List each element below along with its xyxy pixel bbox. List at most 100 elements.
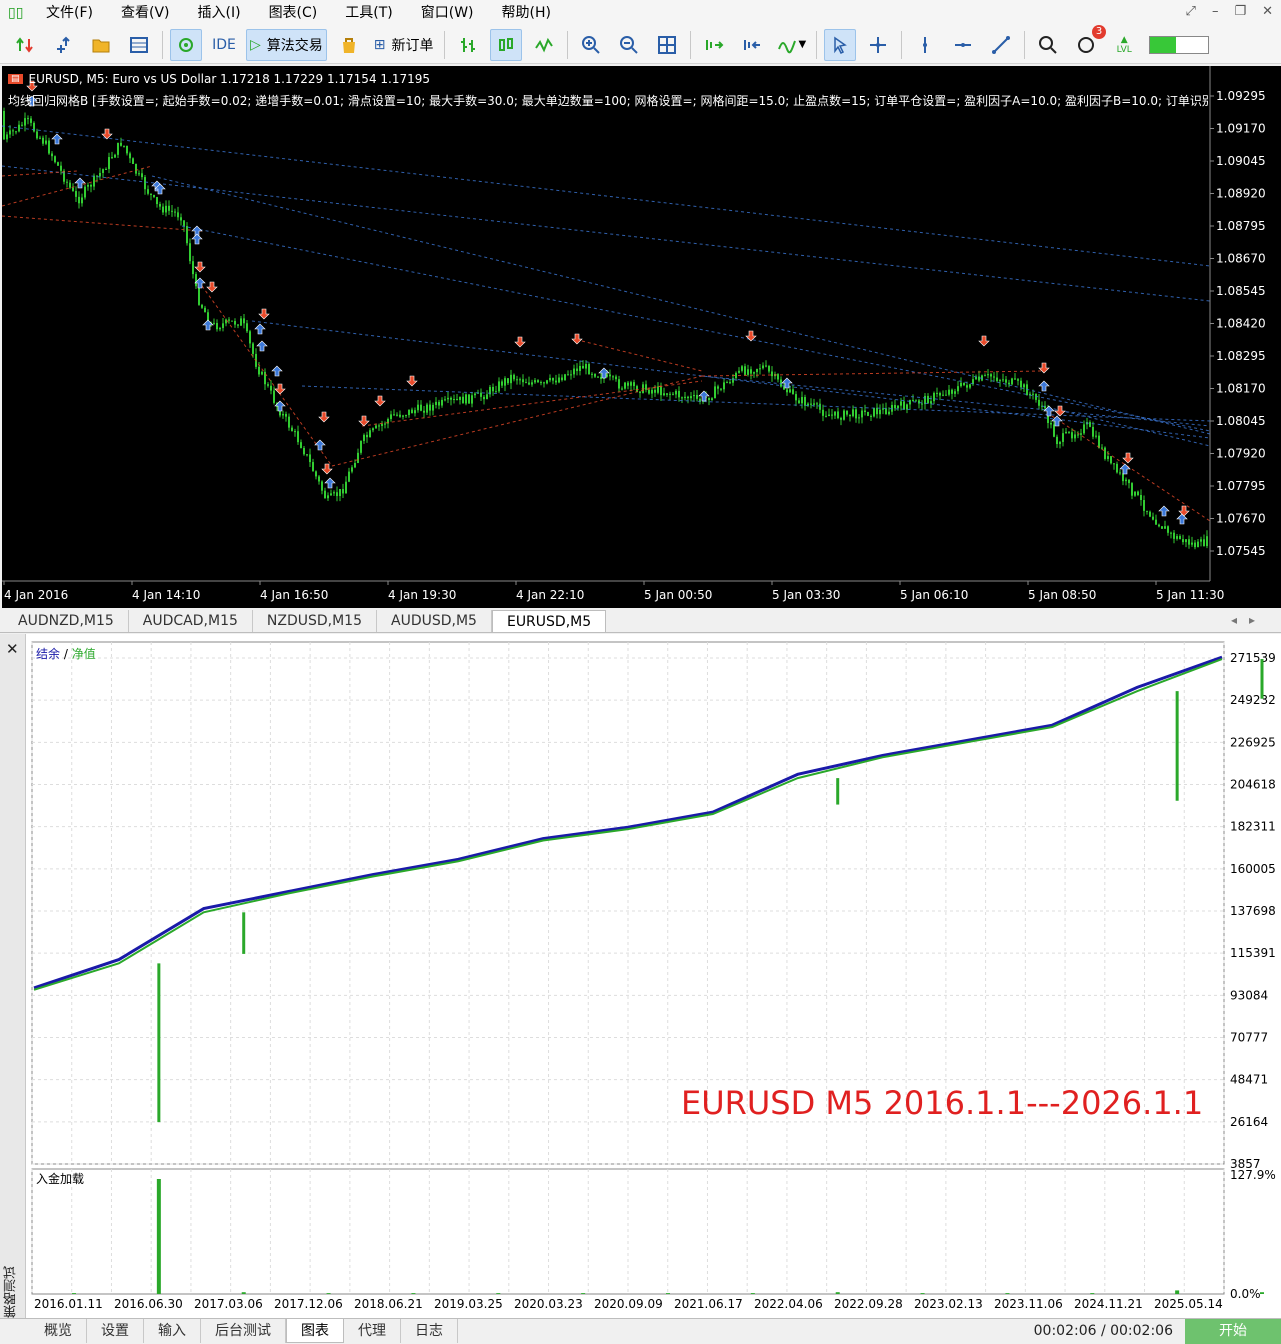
candle-body [438,401,440,406]
candle-body [582,365,584,369]
candle-body [1017,379,1019,381]
candle-body [885,408,887,415]
candle-body [153,194,155,198]
chart-tab-audusd-m5[interactable]: AUDUSD,M5 [377,610,492,632]
candle-body [579,365,581,372]
close-icon[interactable]: ✕ [1262,4,1273,19]
menu-tools[interactable]: 工具(T) [331,0,406,26]
candlestick-icon[interactable] [489,28,522,61]
candles-group [3,107,1208,550]
candle-body [741,366,743,371]
price-chart[interactable]: 1.09295 1.09170 1.09045 1.08920 1.08795 1.086… [2,66,1281,608]
candle-body [246,323,248,332]
time-label: 5 Jan 03:30 [772,588,840,602]
candle-body [1161,526,1163,529]
horizontal-line-icon[interactable] [947,29,979,61]
candle-body [1179,536,1181,540]
candle-body [909,400,911,405]
sell-arrow-icon [206,281,218,293]
start-button[interactable]: 开始 [1185,1319,1281,1344]
chart-tab-nzdusd-m15[interactable]: NZDUSD,M15 [253,610,377,632]
candle-body [1125,479,1127,482]
tab-scroll-icon[interactable]: ◂▸ [1231,613,1267,627]
signal-level-icon[interactable]: ▲ LVL [1108,29,1140,61]
candle-body [54,156,56,163]
menu-chart[interactable]: 图表(C) [255,0,332,26]
vertical-line-icon[interactable] [909,29,941,61]
menu-insert[interactable]: 插入(I) [184,0,255,26]
close-tester-icon[interactable]: ✕ [6,640,19,658]
chart-shift-icon[interactable] [736,29,768,61]
candle-body [1104,447,1106,459]
buy-sell-icon[interactable] [9,29,41,61]
search-icon[interactable] [1032,29,1064,61]
chart-tab-audcad-m15[interactable]: AUDCAD,M15 [129,610,253,632]
candle-body [231,320,233,322]
strategy-tester-panel: 271539 249232 226925 204618 182311 160005 1376… [0,634,1281,1318]
candle-body [1098,435,1100,448]
candle-body [834,411,836,416]
resize-icon[interactable]: ⤢ [1186,4,1196,19]
candle-body [789,389,791,393]
candle-body [141,173,143,178]
candle-body [318,476,320,482]
price-chart-canvas[interactable]: 1.09295 1.09170 1.09045 1.08920 1.08795 1.086… [2,66,1281,608]
candle-body [282,413,284,416]
candle-body [252,343,254,354]
candle-body [171,210,173,212]
auto-scroll-icon[interactable] [698,29,730,61]
ide-label: IDE [212,36,236,53]
zoom-out-icon[interactable] [613,29,645,61]
candle-body [186,226,188,244]
candle-body [549,377,551,381]
bottom-tab-1[interactable]: 设置 [87,1319,144,1343]
candle-body [1152,516,1154,520]
candle-body [156,197,158,205]
line-chart-icon[interactable] [528,29,560,61]
bottom-tab-2[interactable]: 输入 [144,1319,201,1343]
menu-help[interactable]: 帮助(H) [488,0,565,26]
crosshair-icon[interactable] [862,29,894,61]
bottom-tab-0[interactable]: 概览 [30,1319,87,1343]
settings-gear-icon[interactable] [170,28,202,61]
folder-icon[interactable] [85,29,117,61]
menu-file[interactable]: 文件(F) [32,0,107,26]
minimize-icon[interactable]: – [1212,4,1219,19]
candle-body [678,390,680,398]
trendline-icon[interactable] [985,29,1017,61]
candle-body [327,495,329,499]
candle-body [324,490,326,499]
add-position-icon[interactable] [47,29,79,61]
equity-chart[interactable]: 271539 249232 226925 204618 182311 160005 1376… [26,634,1281,1318]
menu-window[interactable]: 窗口(W) [407,0,488,26]
menu-view[interactable]: 查看(V) [107,0,184,26]
bottom-tab-4[interactable]: 图表 [286,1319,344,1343]
cursor-icon[interactable] [824,28,857,61]
indicators-icon[interactable]: ▼ [774,29,810,61]
tile-windows-icon[interactable] [651,29,683,61]
notifications-icon[interactable]: 3 [1070,24,1107,61]
candle-body [738,370,740,373]
chart-tab-eurusd-m5[interactable]: EURUSD,M5 [491,610,607,632]
candle-body [453,399,455,401]
ide-button[interactable]: IDE [208,29,240,61]
sell-arrow-icon [514,336,526,348]
data-window-icon[interactable] [123,29,155,61]
market-bag-icon[interactable] [333,29,365,61]
bottom-tab-6[interactable]: 日志 [401,1319,458,1343]
algo-trading-button[interactable]: ▷ 算法交易 [246,28,327,61]
candle-body [219,327,221,330]
candle-body [939,393,941,396]
bottom-tab-3[interactable]: 后台测试 [201,1319,286,1343]
bottom-tab-5[interactable]: 代理 [344,1319,401,1343]
zoom-in-icon[interactable] [575,29,607,61]
restore-icon[interactable]: ❐ [1234,4,1246,19]
candle-body [345,481,347,494]
candle-body [342,489,344,494]
new-order-button[interactable]: ⊞ 新订单 [371,29,437,61]
sell-arrow-icon [321,463,333,475]
candle-body [627,382,629,386]
bar-chart-icon[interactable] [452,29,484,61]
ea-parameters: 均线回归网格B [手数设置=; 起始手数=0.02; 递增手数=0.01; 滑点… [8,94,1208,108]
chart-tab-audnzd-m15[interactable]: AUDNZD,M15 [4,610,129,632]
